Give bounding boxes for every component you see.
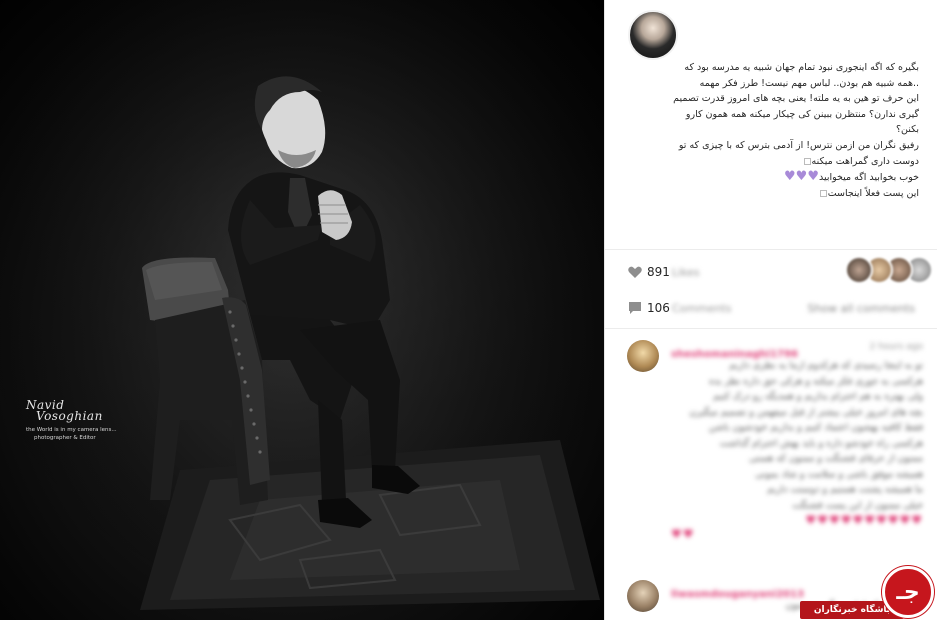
comment-content: sheshomaninaghi1796 2 hours ago تو به ای…	[671, 342, 923, 541]
comments-count: 106	[647, 301, 670, 315]
comment-line: فقط کافیه بهشون اعتماد کنیم و بذاریم خود…	[708, 422, 923, 433]
caption-line: این حرف تو هین به یه ملته! یعنی بچه های …	[673, 93, 919, 105]
caption-line: رفیق نگران من ازمن نترس! از آدمی بترس که…	[678, 139, 919, 151]
caption-line-with-icon: این پست فعلاً اینجاست	[623, 186, 919, 202]
caption-line: بکنن؟	[895, 124, 919, 136]
watermark-role: photographer & Editor	[34, 435, 96, 441]
comments-label: Comments	[671, 301, 732, 315]
liker-avatar	[845, 256, 873, 284]
purple-hearts-icon: ♥♥♥	[784, 169, 819, 185]
commenter-avatar[interactable]	[627, 580, 659, 612]
commenter-username[interactable]: sheshomaninaghi1796	[671, 349, 798, 360]
comment-line: هرکسی یه جوری فکر میکنه و هرکی حق داره ن…	[709, 375, 923, 387]
likes-label: Likes	[671, 265, 700, 279]
comment-line: ولی بهتره به هم احترام بذاریم و همدیگه ر…	[713, 391, 923, 402]
post-side-panel: بگیره که اگه اینجوری نبود تمام جهان شبیه…	[604, 0, 937, 620]
comment-line: هرکسی راه خودشو داره و باید بهش احترام گ…	[719, 437, 923, 449]
emoji-placeholder-icon	[819, 189, 827, 197]
comment-bubble-icon	[629, 302, 641, 314]
caption-line: خوب بخوابید اگه میخوابید	[819, 172, 919, 184]
caption-line: ..همه شبیه هم بودن.. لباس مهم نیست! طرز …	[699, 77, 919, 89]
likes-count: 891	[647, 265, 670, 279]
post-photo[interactable]: Navid Vosoghian the World is in my camer…	[0, 0, 604, 620]
comment-line: همیشه موفق باشی و سلامت و شاد بمونی	[755, 468, 923, 480]
divider	[605, 249, 937, 250]
post-caption: بگیره که اگه اینجوری نبود تمام جهان شبیه…	[623, 60, 919, 201]
author-avatar[interactable]	[628, 10, 678, 60]
show-all-comments-link[interactable]: Show all comments	[807, 302, 915, 315]
comment-hearts: ♥♥♥♥♥♥♥♥♥♥	[805, 513, 923, 527]
comment-hearts: ♥♥	[671, 527, 695, 541]
watermark-signature-line2: Vosoghian	[36, 409, 103, 423]
photo-illustration	[0, 0, 604, 620]
comment-line: تو به اینجا رسیدی که هرکدوم ازما یه نظری…	[729, 360, 923, 371]
emoji-placeholder-icon	[803, 157, 811, 165]
commenter-username[interactable]: liwasmdouganyani2013	[671, 589, 804, 600]
photographer-watermark: Navid Vosoghian the World is in my camer…	[26, 399, 146, 441]
caption-line: گیری ندارن؟ منتظرن ببینن کی چیکار میکنه …	[685, 108, 919, 120]
comment-line: بچه های امروز خیلی بیشتر از قبل میفهمن و…	[689, 406, 923, 418]
caption-line: این پست فعلاً اینجاست	[827, 187, 919, 199]
comment-time: 2 hours ago	[869, 342, 924, 352]
news-agency-badge: باشگاه خبرنگاران جـ	[800, 560, 937, 620]
likers-avatars[interactable]	[845, 256, 933, 284]
comment-line: ما همیشه پشتت هستیم و دوستت داریم	[767, 484, 923, 495]
commenter-avatar[interactable]	[627, 340, 659, 372]
comment-line: ممنون از حرفای قشنگت و ممنون که هستی	[749, 453, 923, 464]
comments-row[interactable]: 106 Comments	[627, 298, 732, 318]
caption-line: دوست داری گمراهت میکنه	[811, 155, 919, 167]
caption-line-with-hearts: خوب بخوابید اگه میخوابید♥♥♥	[623, 169, 919, 186]
likes-row[interactable]: 891 Likes	[627, 262, 700, 282]
comment-line: خیلی ممنون از این پست قشنگت	[792, 499, 923, 511]
caption-line-with-icon: دوست داری گمراهت میکنه	[623, 154, 919, 170]
caption-line: بگیره که اگه اینجوری نبود تمام جهان شبیه…	[684, 62, 919, 73]
agency-logo-icon: جـ	[882, 566, 934, 618]
watermark-tagline: the World is in my camera lens...	[26, 427, 117, 433]
heart-icon	[628, 266, 642, 278]
comment-item: sheshomaninaghi1796 2 hours ago تو به ای…	[627, 340, 927, 565]
divider	[605, 328, 937, 329]
